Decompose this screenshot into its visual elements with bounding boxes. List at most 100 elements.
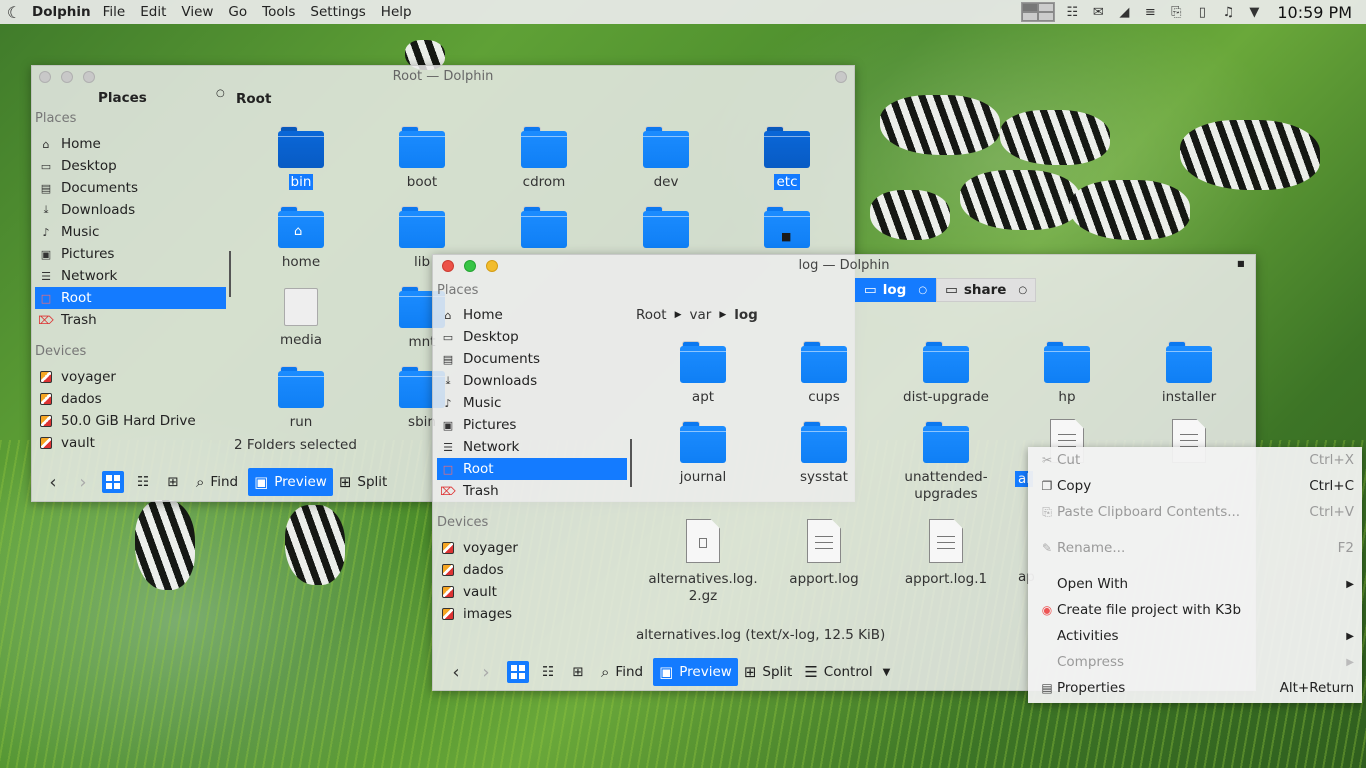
place-pictures[interactable]: ▣ Pictures <box>437 414 627 436</box>
find-button[interactable]: ⌕ Find <box>190 468 244 496</box>
wifi-icon[interactable]: ◢ <box>1115 4 1133 20</box>
place-network[interactable]: ☰ Network <box>437 436 627 458</box>
folder-item[interactable]: journal <box>648 421 758 486</box>
tab-log[interactable]: ▭ log ○ <box>855 278 937 302</box>
virtual-desktop-pager[interactable] <box>1021 2 1056 22</box>
folder-item[interactable]: etc <box>732 126 842 191</box>
places-scrollbar[interactable] <box>630 439 632 487</box>
place-music[interactable]: ♪ Music <box>437 392 627 414</box>
compact-view-icon[interactable]: ☷ <box>537 661 559 683</box>
find-button[interactable]: ⌕ Find <box>595 658 649 686</box>
folder-item[interactable]: run <box>246 366 356 431</box>
device-images[interactable]: images <box>437 603 627 625</box>
place-desktop[interactable]: ▭ Desktop <box>35 155 226 177</box>
forward-icon[interactable]: › <box>471 662 501 683</box>
place-network[interactable]: ☰ Network <box>35 265 226 287</box>
place-pictures[interactable]: ▣ Pictures <box>35 243 226 265</box>
chevron-right-icon[interactable]: ▶ <box>675 310 682 320</box>
places-scrollbar[interactable] <box>229 251 231 297</box>
folder-item[interactable]: cups <box>769 341 879 406</box>
minimize-button[interactable] <box>486 260 498 272</box>
device-hard-drive[interactable]: 50.0 GiB Hard Drive <box>35 410 226 432</box>
window-title[interactable]: Root — Dolphin <box>32 66 854 88</box>
device-vault[interactable]: vault <box>35 432 226 454</box>
place-trash[interactable]: ⌦ Trash <box>437 480 627 502</box>
device-voyager[interactable]: voyager <box>35 366 226 388</box>
device-dados[interactable]: dados <box>35 388 226 410</box>
place-downloads[interactable]: ⤓ Downloads <box>35 199 226 221</box>
device-dados[interactable]: dados <box>437 559 627 581</box>
menu-help[interactable]: Help <box>381 4 412 20</box>
place-home[interactable]: ⌂ Home <box>437 304 627 326</box>
compact-view-icon[interactable]: ☷ <box>132 471 154 493</box>
battery-icon[interactable]: ▯ <box>1193 4 1211 20</box>
minimize-button[interactable] <box>61 71 73 83</box>
menu-file[interactable]: File <box>103 4 126 20</box>
menu-tools[interactable]: Tools <box>262 4 295 20</box>
folder-item[interactable]: boot <box>367 126 477 191</box>
split-button[interactable]: ⊞ Split <box>738 658 799 686</box>
preview-button[interactable]: ▣ Preview <box>653 658 738 686</box>
kde-logo-icon[interactable]: ☾ <box>2 3 26 22</box>
folder-item[interactable]: cdrom <box>489 126 599 191</box>
forward-icon[interactable]: › <box>68 472 98 493</box>
preview-button[interactable]: ▣ Preview <box>248 468 333 496</box>
device-voyager[interactable]: voyager <box>437 537 627 559</box>
back-icon[interactable]: ‹ <box>38 472 68 493</box>
place-desktop[interactable]: ▭ Desktop <box>437 326 627 348</box>
place-documents[interactable]: ▤ Documents <box>437 348 627 370</box>
close-tab-icon[interactable]: ○ <box>918 285 927 296</box>
place-music[interactable]: ♪ Music <box>35 221 226 243</box>
place-home[interactable]: ⌂ Home <box>35 133 226 155</box>
split-button[interactable]: ⊞ Split <box>333 468 394 496</box>
notes-icon[interactable]: ☷ <box>1063 4 1081 20</box>
icons-view-button[interactable] <box>507 661 529 683</box>
app-name[interactable]: Dolphin <box>32 4 91 20</box>
folder-item[interactable]: ⌂ home <box>246 206 356 271</box>
file-item[interactable]: apport.log <box>769 519 879 588</box>
window-menu-icon[interactable]: ■ <box>1237 259 1245 268</box>
folder-item[interactable]: ■ <box>732 206 842 248</box>
folder-item[interactable]: installer <box>1134 341 1244 406</box>
folder-item[interactable]: dist-upgrade <box>891 341 1001 406</box>
device-vault[interactable]: vault <box>437 581 627 603</box>
menu-view[interactable]: View <box>181 4 213 20</box>
menu-item-copy[interactable]: ❐ Copy Ctrl+C <box>1028 473 1362 499</box>
place-downloads[interactable]: ⤓ Downloads <box>437 370 627 392</box>
details-view-icon[interactable]: ⊞ <box>567 661 589 683</box>
menu-item-paste[interactable]: ⎘ Paste Clipboard Contents... Ctrl+V <box>1028 499 1362 525</box>
menu-item-activities[interactable]: Activities ▶ <box>1028 623 1362 649</box>
details-view-icon[interactable]: ⊞ <box>162 471 184 493</box>
place-trash[interactable]: ⌦ Trash <box>35 309 226 331</box>
menu-item-compress[interactable]: Compress ▶ <box>1028 649 1362 675</box>
folder-item[interactable]: unattended- upgrades <box>891 421 1001 503</box>
maximize-button[interactable] <box>83 71 95 83</box>
folder-item[interactable]: bin <box>246 126 356 191</box>
icons-view-button[interactable] <box>102 471 124 493</box>
menu-go[interactable]: Go <box>228 4 247 20</box>
menu-item-cut[interactable]: ✂ Cut Ctrl+X <box>1028 447 1362 473</box>
clipboard-icon[interactable]: ⎘ <box>1167 4 1185 20</box>
chevron-right-icon[interactable]: ▶ <box>719 310 726 320</box>
file-item[interactable]: apport.log.1 <box>891 519 1001 588</box>
menu-edit[interactable]: Edit <box>140 4 166 20</box>
tab-share[interactable]: ▭ share ○ <box>936 278 1037 302</box>
control-button[interactable]: ☰ Control ▼ <box>798 658 896 686</box>
file-item[interactable]: alternatives.log. 2.gz <box>648 519 758 605</box>
folder-item[interactable]: hp <box>1012 341 1122 406</box>
menu-item-rename[interactable]: ✎ Rename... F2 <box>1028 535 1362 561</box>
window-menu-button[interactable] <box>835 71 847 83</box>
menu-item-properties[interactable]: ▤ Properties Alt+Return <box>1028 675 1362 701</box>
place-root[interactable]: □ Root <box>35 287 226 309</box>
close-button[interactable] <box>442 260 454 272</box>
place-root[interactable]: □ Root <box>437 458 627 480</box>
tray-expand-icon[interactable]: ▼ <box>1245 4 1263 20</box>
volume-icon[interactable]: ♫ <box>1219 4 1237 20</box>
notifications-icon[interactable]: ✉ <box>1089 4 1107 20</box>
folder-item[interactable] <box>489 206 599 248</box>
menu-item-k3b[interactable]: ◉ Create file project with K3b <box>1028 597 1362 623</box>
breadcrumb-root[interactable]: Root <box>636 307 667 323</box>
folder-item[interactable] <box>611 206 721 248</box>
folder-item[interactable]: dev <box>611 126 721 191</box>
network-icon[interactable]: ≡ <box>1141 4 1159 20</box>
